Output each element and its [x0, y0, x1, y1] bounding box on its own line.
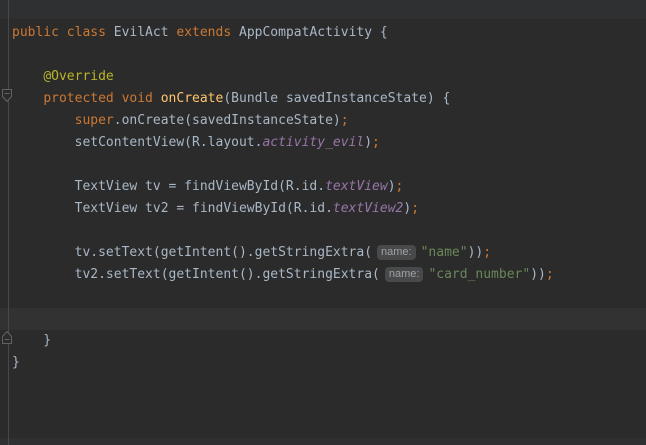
code-token: setContentView(R.layout.: [12, 135, 262, 150]
code-token: "name": [421, 245, 468, 260]
code-token: )): [530, 267, 546, 282]
code-token: ;: [372, 135, 380, 150]
code-line[interactable]: [0, 286, 646, 308]
code-line[interactable]: tv.setText(getIntent().getStringExtra( na…: [0, 242, 646, 264]
code-token: (Bundle savedInstanceState) {: [223, 91, 450, 106]
code-token: @Override: [43, 69, 113, 84]
code-token: activity_evil: [262, 135, 364, 150]
code-token: onCreate: [161, 91, 224, 106]
code-token: extends: [176, 25, 231, 40]
fold-region-start-icon[interactable]: [1, 88, 13, 111]
code-token: )): [468, 245, 484, 260]
code-line[interactable]: }: [0, 330, 646, 352]
code-line[interactable]: [0, 44, 646, 66]
editor-top-edge: [0, 0, 646, 19]
code-token: [12, 113, 75, 128]
code-token: ): [403, 201, 411, 216]
code-token: AppCompatActivity {: [231, 25, 388, 40]
code-line[interactable]: setContentView(R.layout.activity_evil);: [0, 132, 646, 154]
code-line[interactable]: TextView tv2 = findViewById(R.id.textVie…: [0, 198, 646, 220]
parameter-name-hint: name:: [377, 245, 416, 260]
code-line[interactable]: tv2.setText(getIntent().getStringExtra( n…: [0, 264, 646, 286]
editor-bottom-edge: [0, 438, 646, 445]
code-token: ): [388, 179, 396, 194]
code-line[interactable]: super.onCreate(savedInstanceState);: [0, 110, 646, 132]
code-token: public class: [12, 25, 106, 40]
code-token: ;: [411, 201, 419, 216]
code-token: .onCreate(savedInstanceState): [114, 113, 341, 128]
code-token: ;: [546, 267, 554, 282]
code-line[interactable]: protected void onCreate(Bundle savedInst…: [0, 88, 646, 110]
parameter-name-hint: name:: [385, 267, 424, 282]
code-line[interactable]: }: [0, 352, 646, 374]
code-token: ): [364, 135, 372, 150]
code-token: "card_number": [428, 267, 530, 282]
code-token: }: [12, 333, 51, 348]
code-token: protected void: [43, 91, 160, 106]
code-token: ;: [483, 245, 491, 260]
code-editor[interactable]: public class EvilAct extends AppCompatAc…: [0, 0, 646, 445]
code-token: [12, 91, 43, 106]
code-area[interactable]: public class EvilAct extends AppCompatAc…: [0, 22, 646, 374]
code-line[interactable]: public class EvilAct extends AppCompatAc…: [0, 22, 646, 44]
fold-region-end-icon[interactable]: [1, 330, 13, 353]
code-token: ;: [341, 113, 349, 128]
code-token: TextView tv = findViewById(R.id.: [12, 179, 325, 194]
code-token: }: [12, 355, 20, 370]
code-token: textView: [325, 179, 388, 194]
code-token: [12, 69, 43, 84]
code-line[interactable]: TextView tv = findViewById(R.id.textView…: [0, 176, 646, 198]
code-line[interactable]: @Override: [0, 66, 646, 88]
code-token: tv.setText(getIntent().getStringExtra(: [12, 245, 372, 260]
code-line[interactable]: [0, 154, 646, 176]
code-token: TextView tv2 = findViewById(R.id.: [12, 201, 333, 216]
code-token: EvilAct: [106, 25, 176, 40]
code-token: tv2.setText(getIntent().getStringExtra(: [12, 267, 380, 282]
code-token: textView2: [333, 201, 403, 216]
gutter-separator: [8, 0, 9, 445]
code-line[interactable]: [0, 220, 646, 242]
code-token: super: [75, 113, 114, 128]
code-token: ;: [396, 179, 404, 194]
caret-line[interactable]: [0, 308, 646, 330]
